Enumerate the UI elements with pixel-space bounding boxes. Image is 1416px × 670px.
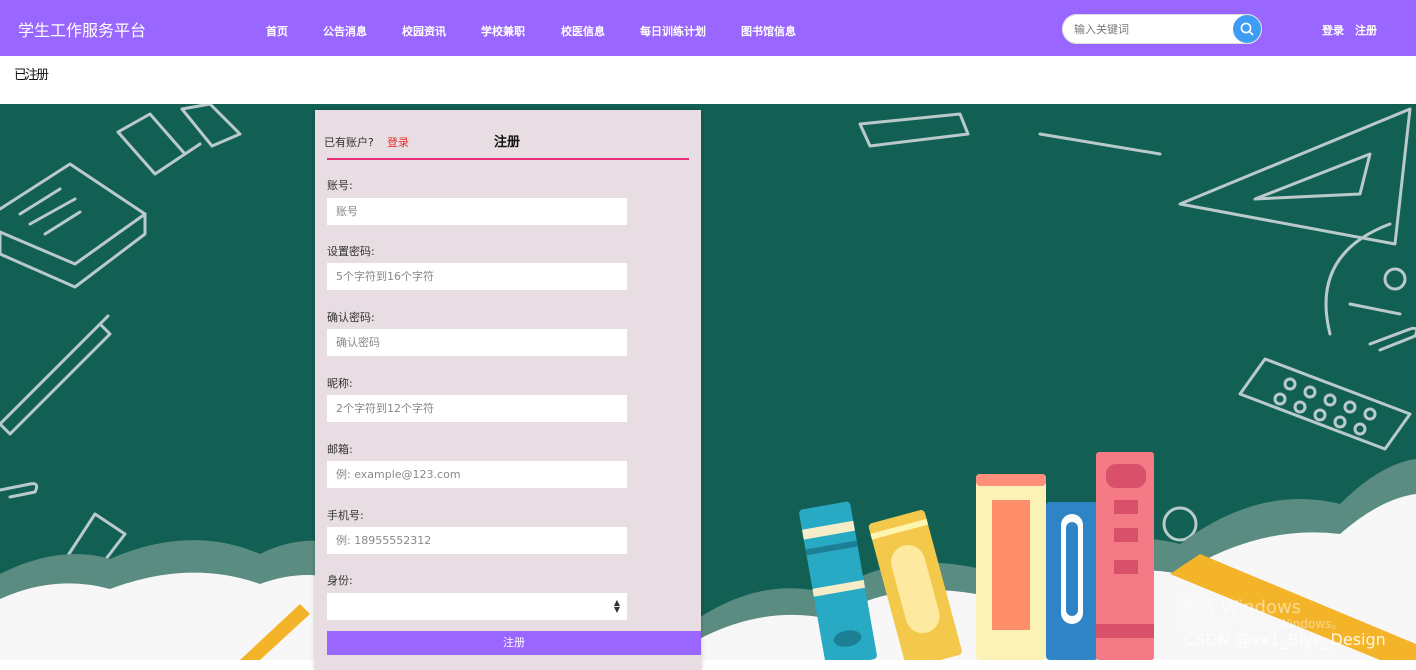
nav-clinic-info[interactable]: 校医信息 — [561, 23, 605, 39]
confirm-password-label: 确认密码: — [327, 311, 375, 324]
site-title[interactable]: 学生工作服务平台 — [18, 17, 146, 41]
email-input[interactable] — [327, 461, 627, 488]
has-account-text: 已有账户? — [324, 136, 374, 149]
identity-select[interactable]: ▲ ▼ — [327, 593, 627, 620]
form-login-link[interactable]: 登录 — [387, 134, 409, 150]
glue-stick-doodle — [116, 112, 202, 176]
login-link[interactable]: 登录 — [1322, 22, 1344, 38]
chalk-doodles-illustration — [0, 104, 1416, 660]
search-button[interactable] — [1233, 15, 1261, 43]
pencil-doodle — [0, 314, 112, 436]
register-form-panel: 已有账户? 登录 注册 账号: 设置密码: 确认密码: 昵称: 邮箱: 手机号:… — [315, 110, 701, 670]
books-illustration — [799, 452, 1154, 660]
paperclip-doodle — [0, 482, 39, 499]
chalkboard-background — [0, 104, 1416, 660]
register-link[interactable]: 注册 — [1355, 22, 1377, 38]
nav-library-info[interactable]: 图书馆信息 — [741, 23, 796, 39]
search-box — [1062, 14, 1262, 44]
scissors-doodle — [1324, 222, 1407, 336]
password-label: 设置密码: — [327, 245, 375, 258]
nav-home[interactable]: 首页 — [266, 23, 288, 39]
search-icon — [1240, 22, 1254, 36]
title-divider — [327, 158, 689, 160]
phone-label: 手机号: — [327, 509, 364, 522]
select-arrows-icon: ▲ ▼ — [613, 598, 620, 614]
eraser-doodle — [1238, 357, 1412, 451]
nickname-input[interactable] — [327, 395, 627, 422]
nickname-label: 昵称: — [327, 377, 353, 390]
csdn-watermark: CSDN @vx1_Biye_Design — [1184, 630, 1386, 649]
breadcrumb: 已注册 — [14, 68, 49, 83]
search-input[interactable] — [1074, 14, 1234, 44]
nav-part-time-jobs[interactable]: 学校兼职 — [481, 23, 525, 39]
triangle-ruler-doodle — [1178, 107, 1412, 246]
notebook-doodle — [0, 162, 147, 289]
password-input[interactable] — [327, 263, 627, 290]
register-submit-button[interactable]: 注册 — [327, 631, 701, 655]
nav-campus-news[interactable]: 校园资讯 — [402, 23, 446, 39]
paperclip-doodle-right — [1368, 326, 1416, 352]
tube-doodle — [180, 104, 242, 148]
top-navbar: 学生工作服务平台 首页 公告消息 校园资讯 学校兼职 校医信息 每日训练计划 图… — [0, 0, 1416, 56]
nav-announcements[interactable]: 公告消息 — [323, 23, 367, 39]
identity-label: 身份: — [327, 574, 353, 587]
pen-doodle — [858, 112, 1162, 156]
phone-input[interactable] — [327, 527, 627, 554]
account-label: 账号: — [327, 179, 353, 192]
nav-daily-training[interactable]: 每日训练计划 — [640, 23, 706, 39]
email-label: 邮箱: — [327, 443, 353, 456]
form-title: 注册 — [494, 135, 521, 150]
confirm-password-input[interactable] — [327, 329, 627, 356]
account-input[interactable] — [327, 198, 627, 225]
